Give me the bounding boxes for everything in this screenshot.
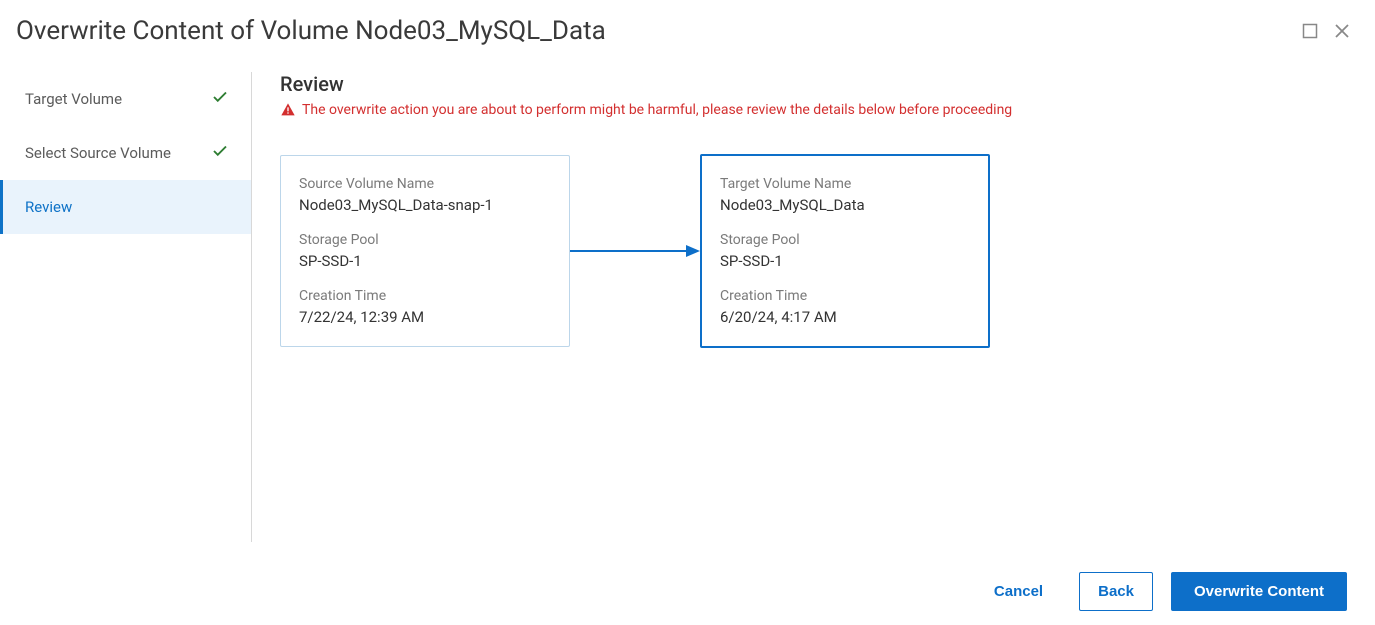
source-name-value: Node03_MySQL_Data-snap-1	[299, 196, 551, 214]
close-icon[interactable]	[1333, 22, 1351, 40]
check-icon	[211, 88, 229, 111]
dialog-footer: Cancel Back Overwrite Content	[976, 572, 1347, 611]
target-time-label: Creation Time	[720, 288, 970, 304]
target-pool-label: Storage Pool	[720, 232, 970, 248]
target-name-value: Node03_MySQL_Data	[720, 196, 970, 214]
wizard-step-select-source[interactable]: Select Source Volume	[0, 126, 251, 180]
cancel-button[interactable]: Cancel	[976, 573, 1061, 610]
source-volume-card: Source Volume Name Node03_MySQL_Data-sna…	[280, 155, 570, 347]
dialog-header: Overwrite Content of Volume Node03_MySQL…	[0, 0, 1375, 54]
review-heading: Review	[280, 72, 1347, 96]
back-button[interactable]: Back	[1079, 572, 1153, 611]
window-controls	[1301, 22, 1351, 40]
source-time-label: Creation Time	[299, 288, 551, 304]
warning-icon	[280, 102, 296, 118]
wizard-step-review[interactable]: Review	[0, 180, 251, 234]
warning-message: The overwrite action you are about to pe…	[280, 102, 1347, 118]
overwrite-content-button[interactable]: Overwrite Content	[1171, 572, 1347, 611]
target-name-label: Target Volume Name	[720, 176, 970, 192]
wizard-step-label: Select Source Volume	[25, 144, 171, 162]
target-time-value: 6/20/24, 4:17 AM	[720, 308, 970, 326]
volume-cards-row: Source Volume Name Node03_MySQL_Data-sna…	[280, 154, 1347, 348]
target-pool-value: SP-SSD-1	[720, 252, 970, 270]
review-panel: Review The overwrite action you are abou…	[252, 72, 1375, 542]
wizard-step-target-volume[interactable]: Target Volume	[0, 72, 251, 126]
wizard-step-label: Review	[25, 198, 72, 216]
wizard-steps: Target Volume Select Source Volume Revie…	[0, 72, 252, 542]
arrow-icon	[570, 241, 700, 261]
source-time-value: 7/22/24, 12:39 AM	[299, 308, 551, 326]
dialog-title: Overwrite Content of Volume Node03_MySQL…	[16, 16, 606, 46]
check-icon	[211, 142, 229, 165]
target-volume-card: Target Volume Name Node03_MySQL_Data Sto…	[700, 154, 990, 348]
warning-text: The overwrite action you are about to pe…	[302, 102, 1012, 118]
source-name-label: Source Volume Name	[299, 176, 551, 192]
maximize-icon[interactable]	[1301, 22, 1319, 40]
source-pool-value: SP-SSD-1	[299, 252, 551, 270]
wizard-step-label: Target Volume	[25, 90, 122, 108]
source-pool-label: Storage Pool	[299, 232, 551, 248]
